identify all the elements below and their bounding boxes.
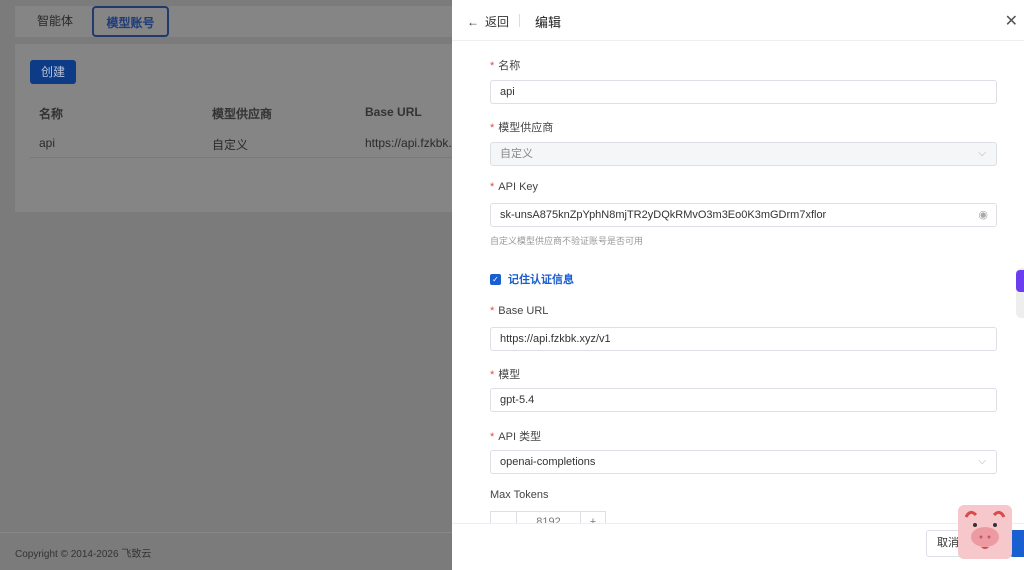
api-key-input[interactable]: sk-unsA875knZpYphN8mjTR2yDQkRMvO3m3Eo0K3… bbox=[490, 203, 997, 227]
name-label: * 名称 bbox=[490, 60, 521, 72]
max-tokens-stepper[interactable]: 8192 + bbox=[490, 511, 606, 523]
decrement-button[interactable] bbox=[491, 512, 517, 523]
chevron-down-icon: ⌵ bbox=[978, 456, 986, 467]
header-name: 名称 bbox=[39, 107, 64, 121]
base-url-label: * Base URL bbox=[490, 305, 549, 317]
api-key-hint: 自定义模型供应商不验证账号是否可用 bbox=[490, 236, 644, 246]
provider-select: 自定义 ⌵ bbox=[490, 142, 997, 166]
cell-base-url: https://api.fzkbk.xyz/v1 bbox=[365, 136, 452, 150]
tab-model-accounts[interactable]: 模型账号 bbox=[92, 6, 169, 37]
model-label: * 模型 bbox=[490, 369, 521, 381]
drawer-footer: 取消 bbox=[452, 523, 1024, 570]
row-divider bbox=[30, 157, 452, 158]
drawer-title: 编辑 bbox=[535, 15, 562, 30]
back-label: 返回 bbox=[485, 15, 510, 29]
max-tokens-label: Max Tokens bbox=[490, 489, 549, 501]
copyright: Copyright © 2014-2026 飞致云 bbox=[15, 549, 152, 560]
assistant-icon[interactable] bbox=[1016, 270, 1024, 292]
remember-checkbox[interactable]: ✓ 记住认证信息 bbox=[490, 271, 574, 287]
cell-provider: 自定义 bbox=[212, 138, 249, 152]
tab-bar: 智能体 模型账号 bbox=[15, 6, 452, 37]
header-provider: 模型供应商 bbox=[212, 107, 273, 121]
save-button[interactable] bbox=[1010, 530, 1024, 557]
arrow-left-icon: ← bbox=[467, 14, 479, 29]
name-input[interactable]: api bbox=[490, 80, 997, 104]
page-background: 智能体 模型账号 创建 名称 模型供应商 Base URL api 自定义 ht… bbox=[0, 0, 452, 570]
base-url-input[interactable]: https://api.fzkbk.xyz/v1 bbox=[490, 327, 997, 351]
footer-divider bbox=[0, 532, 452, 533]
cell-name[interactable]: api bbox=[39, 136, 55, 150]
checkbox-checked-icon: ✓ bbox=[490, 273, 501, 285]
provider-label: * 模型供应商 bbox=[490, 122, 554, 134]
tab-agents[interactable]: 智能体 bbox=[37, 6, 73, 37]
api-type-label: * API 类型 bbox=[490, 431, 542, 443]
pig-mascot-icon[interactable] bbox=[958, 505, 1012, 559]
close-icon[interactable]: ✕ bbox=[1005, 11, 1018, 31]
eye-icon[interactable]: ◉ bbox=[978, 204, 988, 226]
increment-button[interactable]: + bbox=[581, 512, 605, 523]
api-key-label: * API Key bbox=[490, 181, 539, 193]
back-button[interactable]: ← 返回 bbox=[467, 13, 509, 30]
header-base-url: Base URL bbox=[365, 105, 422, 119]
create-button[interactable]: 创建 bbox=[30, 60, 76, 84]
accounts-card: 创建 名称 模型供应商 Base URL api 自定义 https://api… bbox=[15, 44, 452, 212]
floating-side-widget[interactable] bbox=[1016, 268, 1024, 318]
drawer-header: ← 返回 编辑 ✕ bbox=[452, 0, 1024, 41]
edit-drawer: ← 返回 编辑 ✕ * 名称 api * 模型供应商 自定义 ⌵ * API Key s… bbox=[452, 0, 1024, 570]
api-type-select[interactable]: openai-completions ⌵ bbox=[490, 450, 997, 474]
model-input[interactable]: gpt-5.4 bbox=[490, 388, 997, 412]
header-separator bbox=[519, 14, 520, 27]
max-tokens-value[interactable]: 8192 bbox=[517, 512, 581, 523]
chevron-down-icon: ⌵ bbox=[978, 148, 986, 159]
